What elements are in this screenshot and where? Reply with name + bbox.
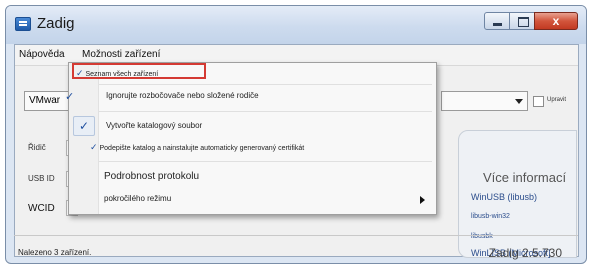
status-device-count: Nalezeno 3 zařízení. [18, 248, 92, 257]
menu-item-sign-catalog[interactable]: ✓ Podepište katalog a nainstalujte autom… [70, 137, 435, 159]
menu-item-label: Ignorujte rozbočovače nebo složené rodič… [106, 91, 259, 100]
driver-label: Řidič [28, 143, 46, 152]
device-select-dropdown[interactable] [441, 91, 528, 111]
usb-id-label: USB ID [28, 174, 55, 183]
edit-label: Upravit [547, 97, 567, 103]
link-winusb[interactable]: WinUSB (libusb) [471, 192, 537, 202]
info-title: Více informací [483, 170, 567, 185]
minimize-button[interactable] [484, 12, 510, 30]
chevron-right-icon [420, 196, 425, 204]
check-icon: ✓ [73, 116, 95, 136]
window-title: Zadig [37, 15, 75, 32]
menu-item-label: Seznam všech zařízení [85, 71, 159, 78]
link-libusb-win32[interactable]: libusb-win32 [471, 213, 510, 220]
status-separator [14, 235, 578, 236]
check-icon: ✓ [90, 142, 98, 152]
menu-help[interactable]: Nápověda [19, 45, 65, 65]
check-icon: ✓ [65, 91, 75, 103]
menu-item-log-verbosity[interactable]: Podrobnost protokolu [70, 167, 435, 189]
menu-item-label: pokročilého režimu [104, 194, 172, 203]
caption-buttons: x [484, 12, 578, 30]
device-options-menu: ✓ Seznam všech zařízení ✓ Ignorujte rozb… [65, 62, 437, 215]
status-version: Zadig 2.5.730 [488, 246, 562, 260]
maximize-button[interactable] [509, 12, 535, 30]
menu-item-advanced-mode[interactable]: pokročilého režimu [70, 189, 435, 211]
menu-item-label: Podrobnost protokolu [104, 171, 200, 182]
menu-separator [99, 111, 432, 112]
menu-separator [99, 161, 432, 162]
app-icon [15, 17, 31, 31]
close-button[interactable]: x [534, 12, 578, 30]
menu-item-label: Vytvořte katalogový soubor [106, 121, 203, 130]
menu-separator [99, 84, 432, 85]
menu-item-label: Podepište katalog a nainstalujte automat… [99, 145, 305, 152]
menu-item-list-all-devices[interactable]: ✓ Seznam všech zařízení [70, 63, 435, 86]
menu-item-ignore-hubs[interactable]: ✓ Ignorujte rozbočovače nebo složené rod… [65, 86, 435, 108]
title-bar[interactable]: Zadig x [6, 6, 586, 44]
edit-checkbox[interactable] [533, 96, 544, 107]
menu-item-create-catalog[interactable]: ✓ Vytvořte katalogový soubor [70, 115, 435, 137]
wcid-label: WCID [28, 203, 55, 214]
chevron-down-icon [515, 99, 523, 104]
check-icon: ✓ [76, 68, 84, 78]
